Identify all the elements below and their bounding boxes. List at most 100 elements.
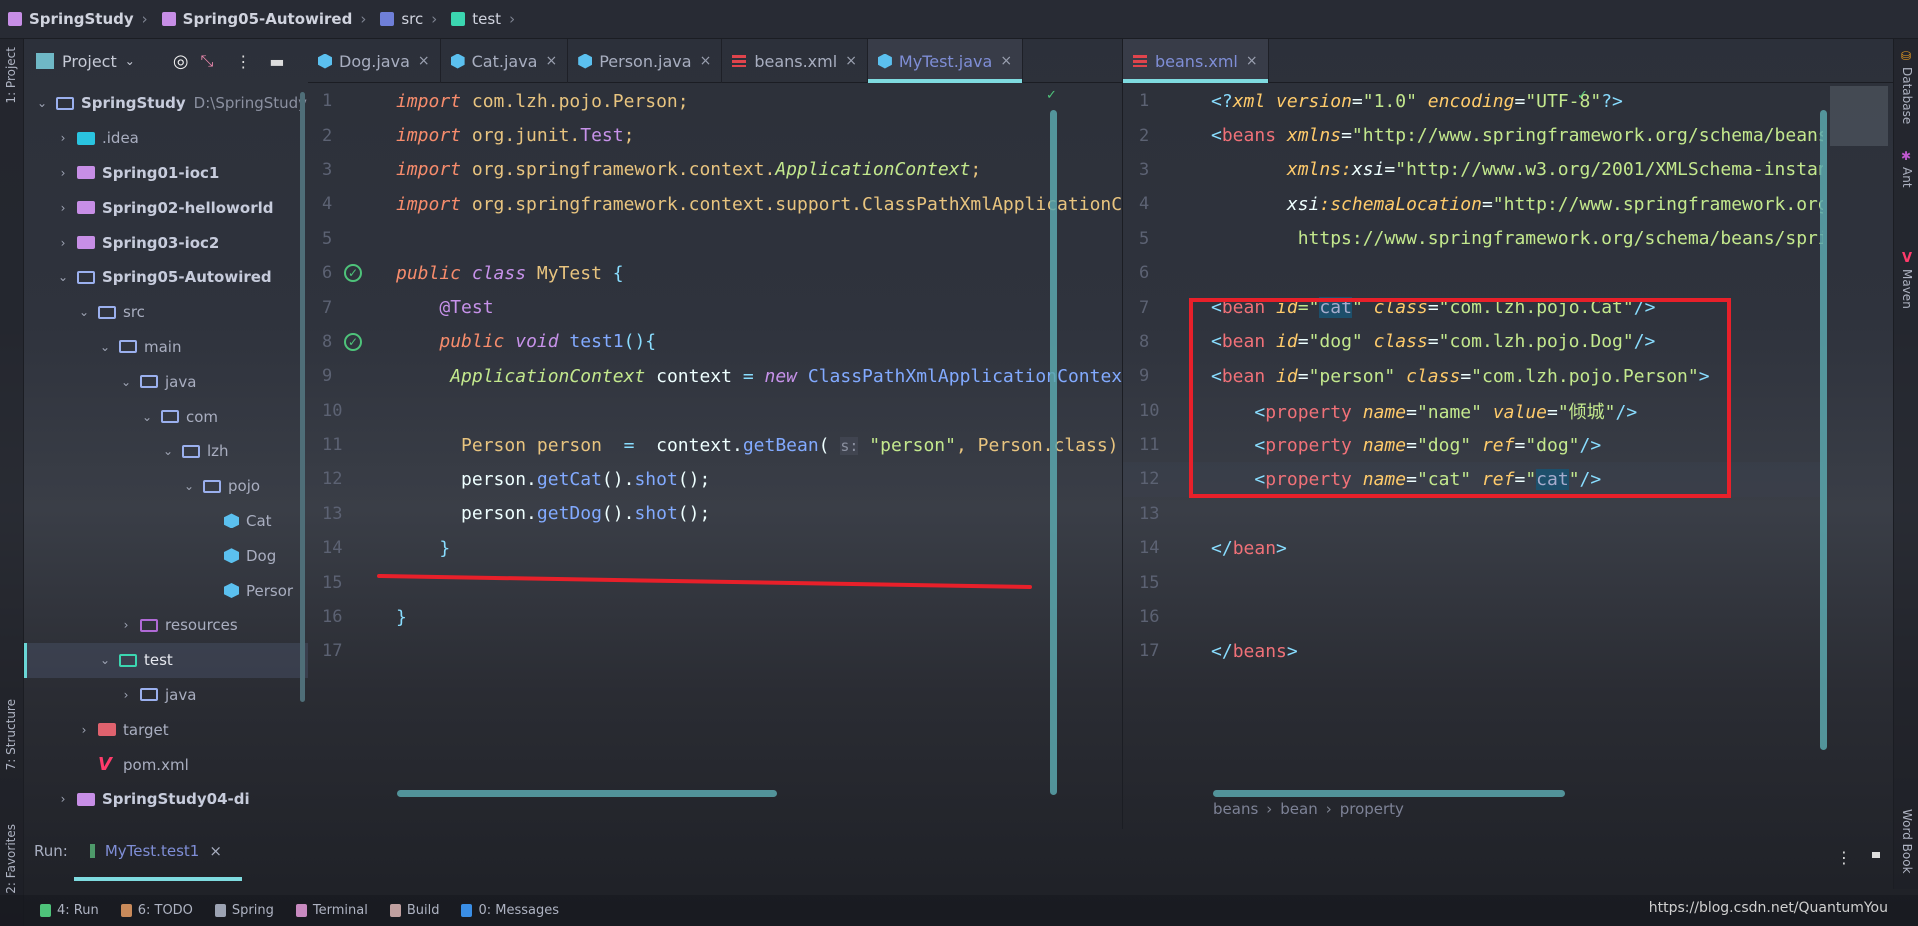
collapse-icon[interactable]: ⤡ [201,51,214,71]
ant-tool-button[interactable]: Ant [1900,167,1914,188]
chevron-down-icon[interactable]: ⌄ [125,54,135,68]
chevron-right-icon: › [60,235,66,250]
folder-icon [98,305,116,319]
run-test-icon[interactable]: ✓ [344,264,362,283]
tree-item-lzh[interactable]: ⌄ lzh [24,434,308,469]
tree-item-spring01-ioc1[interactable]: › Spring01-ioc1 [24,156,308,191]
tool-button-spring[interactable]: Spring [214,903,274,918]
code-line: 5 https://www.springframework.org/schema… [1123,222,1823,256]
tree-item-springstudy04-di[interactable]: › SpringStudy04-di [24,782,308,817]
run-config-tab[interactable]: MyTest.test1 [105,842,199,860]
structure-tool-button[interactable]: 7: Structure [4,699,18,770]
database-tool-button[interactable]: Database [1900,67,1914,124]
code-token: void [515,331,559,353]
minimap[interactable] [1830,86,1888,146]
tree-item--idea[interactable]: › .idea [24,121,308,156]
xml-breadcrumb-item[interactable]: bean [1280,800,1317,818]
tab-person-java[interactable]: Person.java × [568,39,723,83]
editor-mytest-java[interactable]: 1 import com.lzh.pojo.Person; 2 import org.… [308,84,1122,794]
tree-item-test[interactable]: ⌄ test [24,642,308,678]
tree-item-label: Persor [246,581,294,600]
tree-item-src[interactable]: ⌄ src [24,295,308,330]
code-line: 7 @Test [308,290,1122,324]
code-token: xsi [1286,193,1320,215]
run-test-icon[interactable]: ✓ [344,332,362,351]
tree-item-dog[interactable]: Dog [24,538,308,573]
hide-panel-icon[interactable]: ▬ [269,52,284,71]
tool-button-label: 6: TODO [137,903,193,918]
editor-left-vertical-scrollbar[interactable] [1050,110,1057,795]
tree-item-pom-xml[interactable]: Vpom.xml [24,747,308,782]
project-view-dropdown[interactable]: Project [62,52,117,71]
xml-breadcrumb-item[interactable]: beans [1213,800,1258,818]
line-number: 7 [322,297,333,318]
tree-item-com[interactable]: ⌄ com [24,399,308,434]
breadcrumb-item[interactable]: Spring05-Autowired › [161,10,375,28]
tool-button-todo[interactable]: 6: TODO [120,903,193,918]
close-tab-icon[interactable]: × [845,53,857,69]
tab-beans-xml[interactable]: beans.xml × [722,39,868,83]
code-token: "http://www.springframework.org/schema/b… [1351,125,1823,147]
locate-target-icon[interactable]: ◎ [173,51,189,72]
favorites-tool-button[interactable]: 2: Favorites [4,824,18,894]
project-tree-scrollbar[interactable] [300,92,305,702]
close-tab-icon[interactable]: × [1000,53,1012,69]
code-text: Person person = context.getBean( s: "per… [396,435,1122,456]
close-tab-icon[interactable]: × [545,53,557,69]
chevron-right-icon: › [60,200,66,215]
tree-item-persor[interactable]: Persor [24,573,308,608]
tree-item-target[interactable]: › target [24,712,308,747]
xml-breadcrumb-item[interactable]: property [1340,800,1404,818]
breadcrumb-item[interactable]: test › [451,10,523,28]
tree-item-java[interactable]: ⌄ java [24,364,308,399]
code-token: (){ [623,331,657,353]
tool-button-build[interactable]: Build [389,903,439,918]
line-number: 3 [1139,159,1150,180]
tree-item-pojo[interactable]: ⌄ pojo [24,469,308,504]
project-tool-button[interactable]: 1: Project [4,47,18,104]
line-number: 14 [1139,538,1160,559]
code-token: getBean [742,434,819,456]
tab-cat-java[interactable]: Cat.java × [441,39,569,83]
line-number: 4 [1139,194,1150,215]
close-tab-icon[interactable]: × [700,53,712,69]
breadcrumb-item[interactable]: src › [380,10,445,28]
tree-item-resources[interactable]: › resources [24,608,308,643]
code-token: person. [461,503,537,525]
code-token: (). [601,468,635,490]
tool-button-terminal[interactable]: Terminal [295,903,368,918]
maven-tool-button[interactable]: Maven [1900,269,1914,309]
code-token: </ [1211,640,1233,662]
tab-dog-java[interactable]: Dog.java × [308,39,441,83]
tree-item-spring03-ioc2[interactable]: › Spring03-ioc2 [24,225,308,260]
close-tab-icon[interactable]: × [418,53,430,69]
tree-item-main[interactable]: ⌄ main [24,330,308,365]
tree-item-spring02-helloworld[interactable]: › Spring02-helloworld [24,190,308,225]
hide-panel-icon[interactable] [1872,852,1880,858]
word-book-tool-button[interactable]: Word Book [1900,809,1914,874]
breadcrumb-item[interactable]: SpringStudy › [8,10,156,28]
module-icon [161,12,176,26]
tab-mytest-java[interactable]: MyTest.java × [867,39,1024,83]
close-tab-icon[interactable]: × [1246,53,1258,69]
more-options-icon[interactable]: ⋮ [1836,848,1852,867]
editor-left-horizontal-scrollbar[interactable] [397,790,777,797]
editor-right-vertical-scrollbar[interactable] [1820,110,1827,750]
tree-item-cat[interactable]: Cat [24,504,308,539]
tool-button-messages[interactable]: 0: Messages [461,903,559,918]
editor-right-horizontal-scrollbar[interactable] [1213,790,1565,797]
tree-item-springstudy[interactable]: ⌄ SpringStudy D:\SpringStudy [24,86,308,121]
code-text: </bean> [1211,538,1287,559]
tree-item-java[interactable]: › java [24,678,308,713]
more-options-icon[interactable]: ⋮ [235,52,251,71]
code-token: s: [840,436,859,455]
tool-button-run[interactable]: 4: Run [40,903,99,918]
tool-button-label: 0: Messages [478,903,560,918]
tree-item-spring05-autowired[interactable]: ⌄ Spring05-Autowired [24,260,308,295]
code-line: 10 [308,394,1122,428]
tab-beans-xml[interactable]: beans.xml × [1123,39,1269,83]
code-token: public [439,331,505,353]
close-icon[interactable]: × [209,842,222,860]
